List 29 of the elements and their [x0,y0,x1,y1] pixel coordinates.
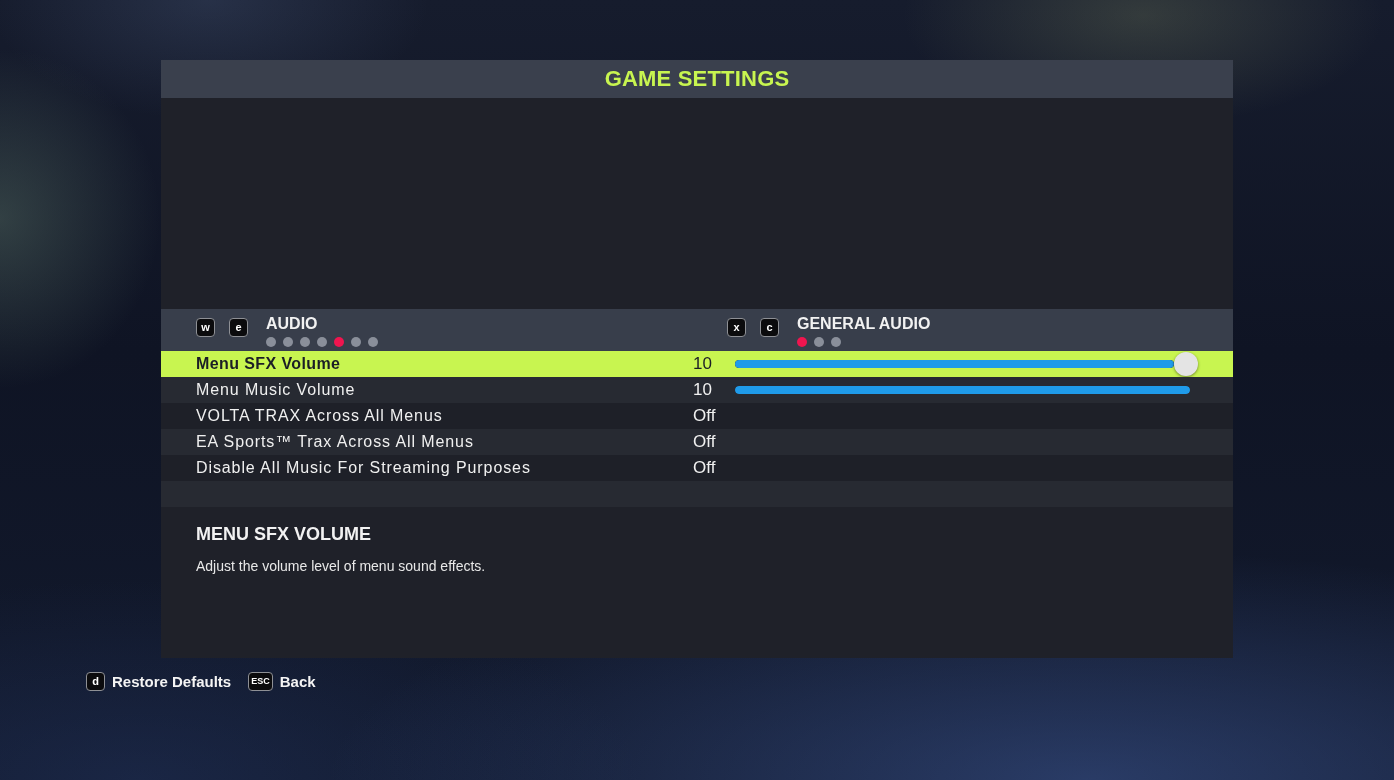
key-cap: ESC [248,672,273,691]
description-heading: MENU SFX VOLUME [196,523,371,546]
slider-track[interactable] [735,386,1190,394]
key-cap[interactable]: x [727,318,746,337]
setting-value: Off [693,458,717,478]
key-cap[interactable]: c [760,318,779,337]
setting-value: Off [693,406,717,426]
setting-label: Menu SFX Volume [196,355,342,373]
setting-row[interactable]: Menu SFX Volume 10 [161,351,1233,377]
key-cap[interactable]: w [196,318,215,337]
setting-label: Disable All Music For Streaming Purposes [196,459,532,477]
setting-value: 10 [693,380,713,400]
setting-value: 10 [693,354,713,374]
description-text: Adjust the volume level of menu sound effects. [196,557,486,575]
setting-row[interactable]: Menu Music Volume 10 [161,377,1233,403]
footer-action-button[interactable]: ESC Back [248,672,316,691]
category-title: GENERAL AUDIO [797,314,931,334]
setting-value: Off [693,432,717,452]
slider-thumb[interactable] [1174,352,1198,376]
setting-row[interactable]: EA Sports™ Trax Across All Menus Off [161,429,1233,455]
slider-track[interactable] [735,360,1174,368]
setting-label: EA Sports™ Trax Across All Menus [196,433,475,451]
key-cap: d [86,672,105,691]
footer-action-button[interactable]: d Restore Defaults [86,672,232,691]
setting-label: Menu Music Volume [196,381,357,399]
category-title: AUDIO [266,314,318,334]
key-cap[interactable]: e [229,318,248,337]
setting-label: VOLTA TRAX Across All Menus [196,407,444,425]
panel-title: GAME SETTINGS [604,66,790,92]
